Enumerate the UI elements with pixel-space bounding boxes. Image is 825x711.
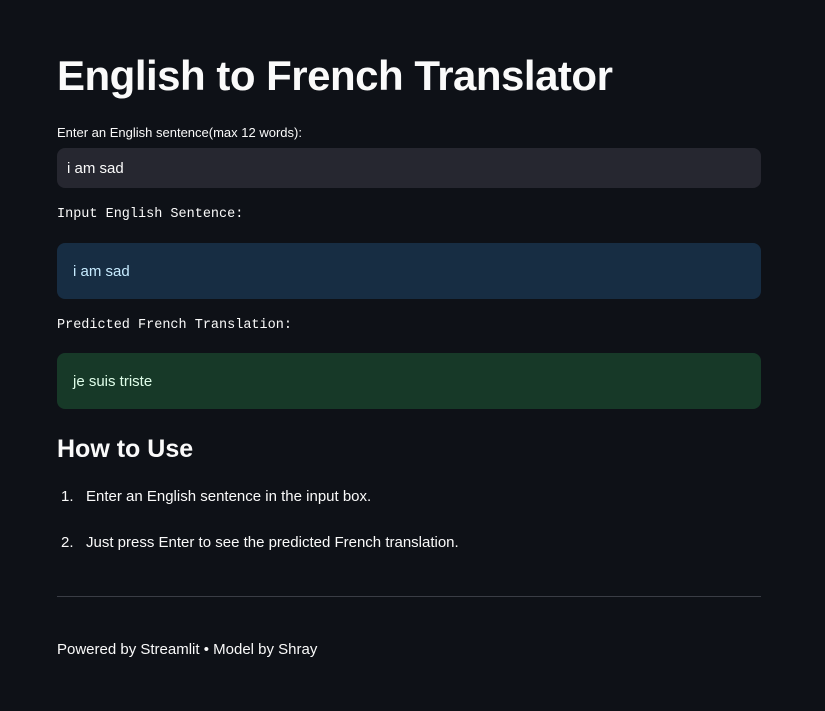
- step-item: 2. Just press Enter to see the predicted …: [57, 534, 459, 580]
- page-title: English to French Translator: [57, 52, 613, 99]
- input-heading: Input English Sentence:: [57, 207, 244, 222]
- input-info-box: i am sad: [57, 243, 761, 299]
- divider: [57, 596, 761, 597]
- step-number: 2.: [61, 534, 74, 551]
- output-heading: Predicted French Translation:: [57, 318, 292, 333]
- step-text: Just press Enter to see the predicted Fr…: [86, 534, 459, 551]
- input-label: Enter an English sentence(max 12 words):: [57, 125, 302, 140]
- how-to-steps: 1. Enter an English sentence in the input…: [57, 488, 459, 580]
- step-item: 1. Enter an English sentence in the input…: [57, 488, 459, 534]
- translation-success-box: je suis triste: [57, 353, 761, 409]
- how-to-heading: How to Use: [57, 435, 194, 463]
- step-number: 1.: [61, 488, 74, 505]
- translation-text: je suis triste: [73, 372, 153, 390]
- sentence-input[interactable]: [57, 148, 761, 188]
- footer-text: Powered by Streamlit • Model by Shray: [57, 641, 318, 658]
- step-text: Enter an English sentence in the input b…: [86, 488, 372, 505]
- input-echo-text: i am sad: [73, 262, 130, 280]
